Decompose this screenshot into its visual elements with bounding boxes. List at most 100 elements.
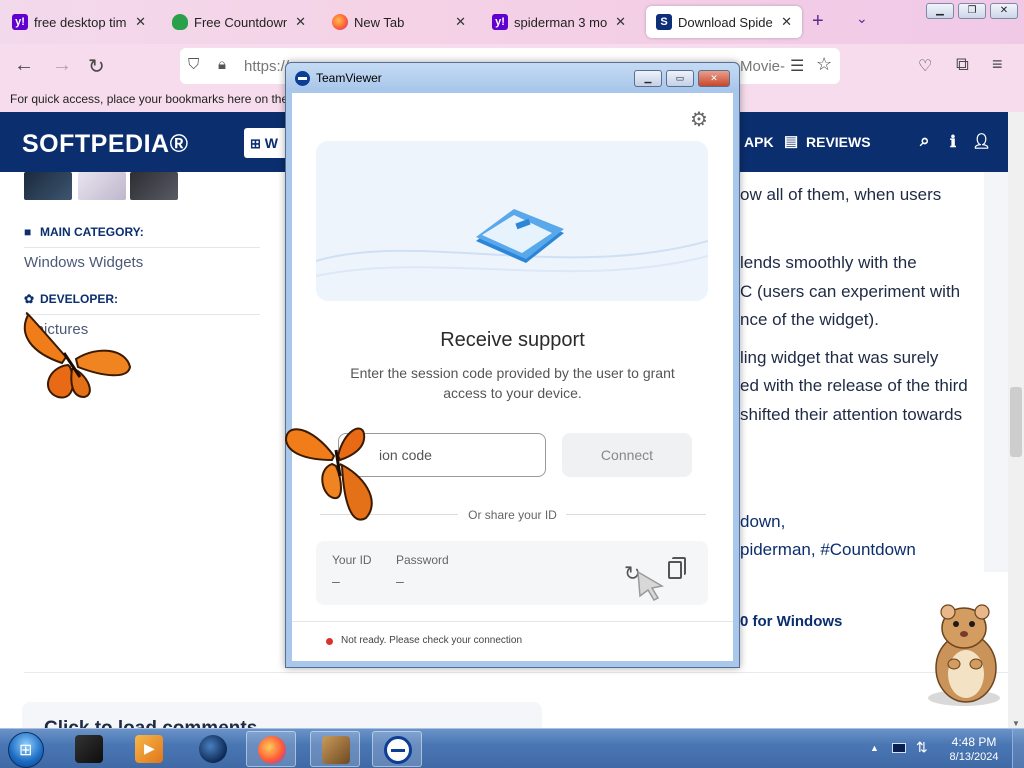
info-icon[interactable]: ℹ xyxy=(950,132,956,152)
tab-title: free desktop timer xyxy=(34,14,127,30)
screenshot-thumbnail[interactable] xyxy=(130,172,178,200)
screenshot-thumbnail[interactable] xyxy=(24,172,72,200)
windows-logo-icon: ⊞ xyxy=(19,742,33,759)
softpedia-icon: S xyxy=(656,14,672,30)
connect-button[interactable]: Connect xyxy=(562,433,692,477)
close-button[interactable]: ✕ xyxy=(698,70,730,87)
copy-icon[interactable] xyxy=(668,561,682,579)
tab-free-desktop-timer[interactable]: y! free desktop timer ✕ xyxy=(2,6,156,38)
shield-icon xyxy=(172,14,188,30)
tab-title: Free Countdown Ti xyxy=(194,14,288,30)
windows-icon: ⊞ xyxy=(250,136,261,151)
tab-spiderman-3[interactable]: y! spiderman 3 movie ✕ xyxy=(482,6,636,38)
windows-nav-label: W xyxy=(264,135,279,151)
tag-link[interactable]: down, xyxy=(740,512,785,532)
windows-nav-button[interactable]: ⊞ W xyxy=(244,128,288,158)
show-hidden-icons-icon[interactable]: ▲ xyxy=(870,743,879,753)
lock-icon[interactable]: 🔒︎ xyxy=(218,56,226,73)
new-tab-button[interactable]: + xyxy=(812,10,824,33)
article-text: ow all of them, when users xyxy=(740,185,942,204)
scroll-down-icon[interactable]: ▼ xyxy=(1012,719,1020,728)
page-scrollbar[interactable]: ▼ xyxy=(1008,112,1024,728)
nav-reviews[interactable]: REVIEWS xyxy=(806,134,871,150)
article-text: ed with the release of the third xyxy=(740,376,968,395)
your-id-label: Your ID xyxy=(332,553,372,567)
teamviewer-titlebar[interactable]: TeamViewer ▁ ▭ ✕ xyxy=(286,63,739,91)
article-text: ling widget that was surely xyxy=(740,348,939,367)
reload-icon[interactable]: ↻ xyxy=(88,54,105,79)
minimize-button[interactable]: ▁ xyxy=(634,70,662,87)
divider xyxy=(24,672,1008,673)
teamviewer-window[interactable]: TeamViewer ▁ ▭ ✕ ⚙ Receive support Enter… xyxy=(285,62,740,668)
minimize-window-button[interactable]: ▁ xyxy=(926,3,954,19)
close-tab-icon[interactable]: ✕ xyxy=(295,14,306,30)
taskbar-teamviewer[interactable] xyxy=(372,731,422,767)
pocket-icon[interactable]: ♡ xyxy=(918,56,932,76)
media-player-icon: ▶ xyxy=(135,735,163,763)
tab-free-countdown[interactable]: Free Countdown Ti ✕ xyxy=(162,6,316,38)
extensions-icon[interactable]: ⧉ xyxy=(956,54,969,75)
show-desktop-button[interactable] xyxy=(1012,729,1024,768)
teamviewer-icon xyxy=(384,736,412,764)
shield-icon[interactable]: ⛉ xyxy=(188,56,199,73)
tab-new-tab[interactable]: New Tab ✕ xyxy=(322,6,476,38)
softpedia-logo[interactable]: SOFTPEDIA® xyxy=(22,130,189,159)
tab-download-spiderman[interactable]: S Download Spider-M ✕ xyxy=(646,6,802,38)
article-text: shifted their attention towards xyxy=(740,405,963,424)
nav-apk[interactable]: APK xyxy=(744,134,774,150)
browser-tab-bar: y! free desktop timer ✕ Free Countdown T… xyxy=(0,0,1024,44)
user-icon[interactable]: 👤︎ xyxy=(972,132,991,150)
taskbar-hamster-app[interactable] xyxy=(310,731,360,767)
forward-arrow-icon[interactable]: → xyxy=(52,54,72,77)
menu-icon[interactable]: ≡ xyxy=(992,54,1003,75)
status-dot-icon xyxy=(326,638,333,645)
clock-time[interactable]: 4:48 PM xyxy=(944,735,1004,749)
tab-title: spiderman 3 movie xyxy=(514,14,608,30)
download-link[interactable]: 0 for Windows xyxy=(740,613,842,630)
taskbar-firefox[interactable] xyxy=(246,731,296,767)
network-icon[interactable]: ⇅ xyxy=(916,739,928,756)
close-tab-icon[interactable]: ✕ xyxy=(781,14,792,30)
taskbar-app-box[interactable] xyxy=(64,731,114,767)
teamviewer-logo-icon xyxy=(295,71,310,86)
butterfly-icon xyxy=(284,427,373,521)
hamster-icon xyxy=(322,736,350,764)
gear-icon[interactable]: ⚙ xyxy=(690,107,708,132)
start-button[interactable]: ⊞ xyxy=(8,732,44,768)
maximize-button[interactable]: ▭ xyxy=(666,70,694,87)
globe-icon xyxy=(199,735,227,763)
teamviewer-title: TeamViewer xyxy=(316,71,382,85)
close-tab-icon[interactable]: ✕ xyxy=(615,14,626,30)
close-tab-icon[interactable]: ✕ xyxy=(135,14,146,30)
divider xyxy=(24,247,260,248)
divider xyxy=(292,621,733,622)
clock-date[interactable]: 8/13/2024 xyxy=(944,751,1004,763)
screenshot-thumbnail[interactable] xyxy=(78,172,126,200)
tag-link[interactable]: piderman, #Countdown xyxy=(740,540,916,560)
back-arrow-icon[interactable]: ← xyxy=(14,54,34,77)
tab-title: New Tab xyxy=(354,14,405,30)
play-icon: ▶ xyxy=(144,740,155,756)
scrollbar-thumb[interactable] xyxy=(1010,387,1022,457)
developer-label: DEVELOPER: xyxy=(40,292,119,306)
restore-window-button[interactable]: ❐ xyxy=(958,3,986,19)
divider xyxy=(566,514,706,515)
support-illustration xyxy=(316,141,708,301)
yahoo-icon: y! xyxy=(12,14,28,30)
mouse-cursor-icon xyxy=(637,570,665,601)
search-icon[interactable]: ⌕ xyxy=(920,131,930,151)
action-center-icon[interactable] xyxy=(892,743,906,753)
chevron-down-icon[interactable]: ⌄ xyxy=(856,10,868,27)
close-tab-icon[interactable]: ✕ xyxy=(455,14,466,30)
hamster-icon xyxy=(928,604,1000,706)
close-window-button[interactable]: ✕ xyxy=(990,3,1018,19)
taskbar-media-player[interactable]: ▶ xyxy=(124,731,174,767)
url-text[interactable]: https:// xyxy=(244,58,289,75)
taskbar-globe-app[interactable] xyxy=(188,731,238,767)
main-category-link[interactable]: Windows Widgets xyxy=(24,254,143,271)
article-text: C (users can experiment with xyxy=(740,282,961,301)
article-right-margin xyxy=(984,172,1008,572)
bookmark-star-icon[interactable]: ☆ xyxy=(816,54,832,75)
reader-view-icon[interactable]: ☰ xyxy=(790,56,804,76)
teamviewer-body: ⚙ Receive support Enter the session code… xyxy=(292,93,733,661)
